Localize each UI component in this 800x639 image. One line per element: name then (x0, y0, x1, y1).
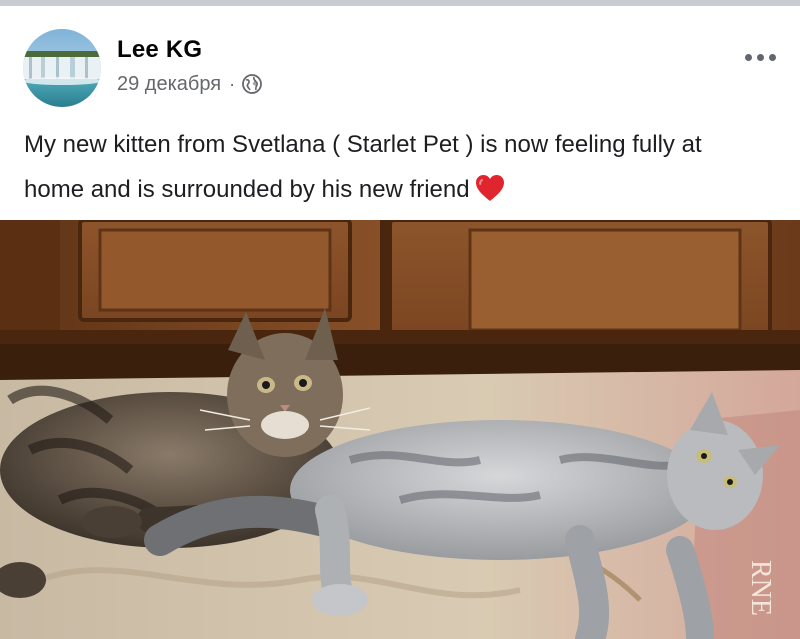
post-meta: 29 декабря · (117, 71, 262, 97)
post-photo[interactable]: RNE (0, 220, 800, 639)
post-message: My new kitten from Svetlana ( Starlet Pe… (24, 122, 764, 212)
more-options-icon[interactable] (738, 42, 782, 72)
more-dot (756, 53, 764, 61)
author-avatar[interactable] (23, 29, 101, 107)
meta-separator: · (229, 73, 236, 94)
heart-icon (475, 175, 504, 201)
post-message-text: My new kitten from Svetlana ( Starlet Pe… (24, 131, 702, 203)
silver-cat-head (667, 420, 763, 530)
globe-icon[interactable] (242, 74, 262, 94)
more-dot (768, 53, 776, 61)
cats-photo: RNE (0, 220, 800, 639)
post-card: Lee KG 29 декабря · My new kitten from S… (0, 6, 800, 639)
author-name[interactable]: Lee KG (117, 36, 202, 64)
post-date[interactable]: 29 декабря (117, 73, 221, 96)
waterfall-avatar-image (23, 29, 101, 107)
rug-text: RNE (745, 560, 776, 616)
more-dot (744, 53, 752, 61)
silver-cat-body (290, 420, 710, 560)
